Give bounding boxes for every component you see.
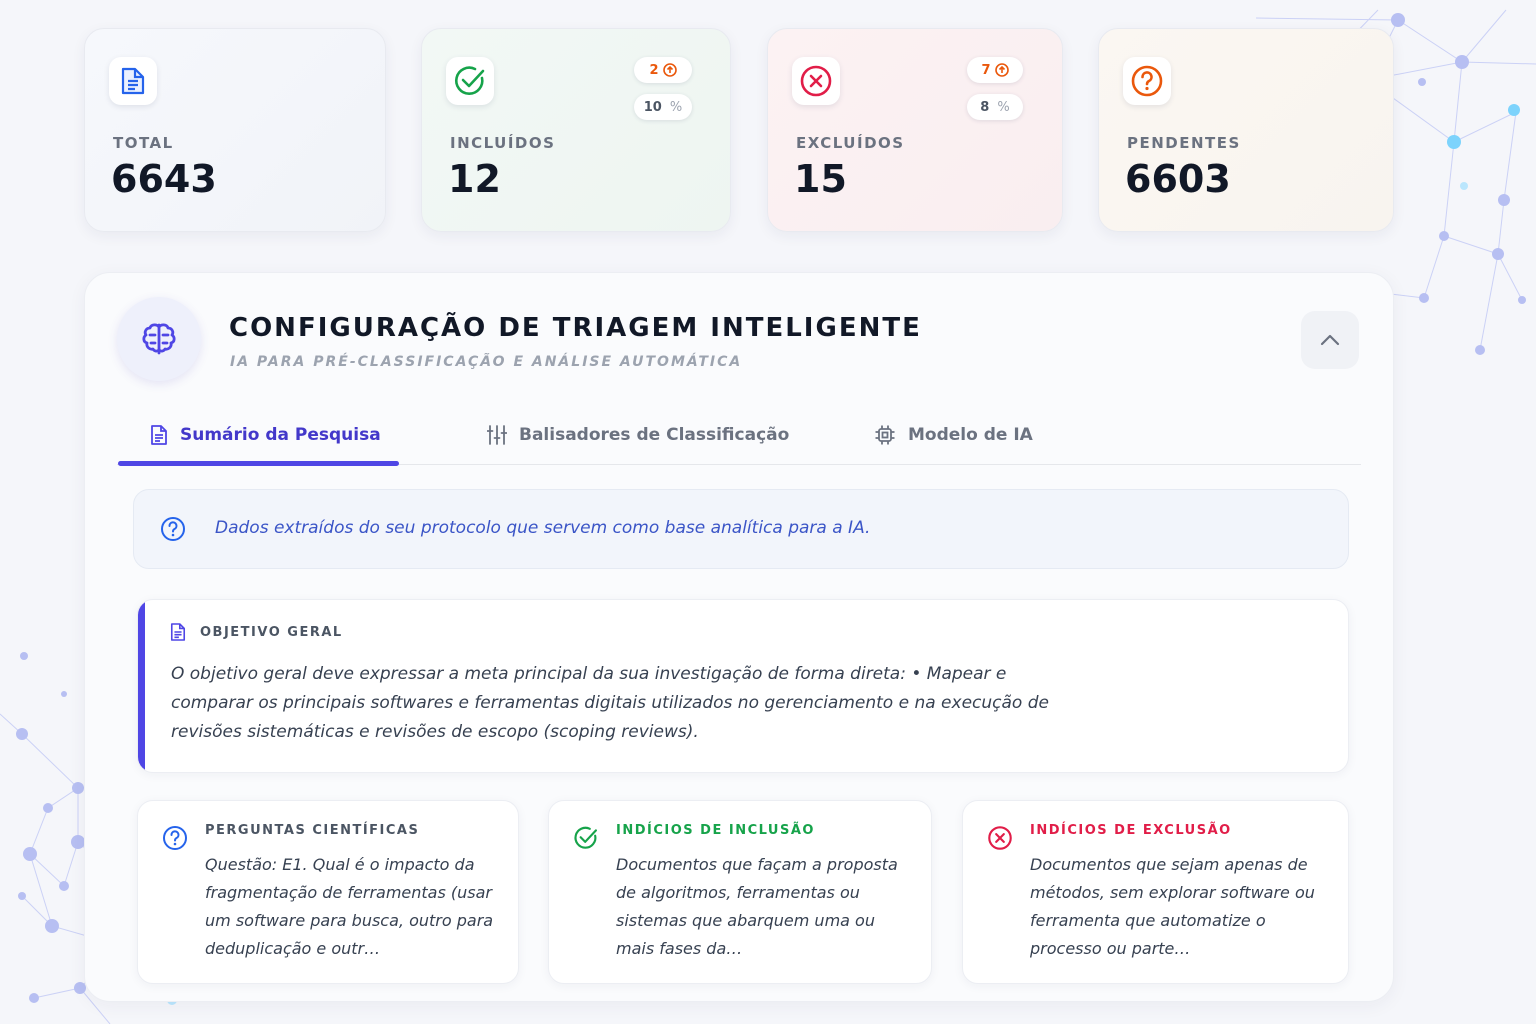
excluded-count-badge: 7 (967, 57, 1023, 83)
x-circle-icon (988, 826, 1012, 850)
tab-bar: Sumário da Pesquisa Balisadores de Class… (117, 403, 1361, 466)
triage-config-panel: CONFIGURAÇÃO DE TRIAGEM INTELIGENTE IA P… (84, 272, 1394, 1002)
document-icon (170, 623, 186, 641)
info-text: Dados extraídos do seu protocolo que ser… (215, 518, 871, 538)
document-icon (151, 425, 167, 445)
stat-card-total: TOTAL 6643 (84, 28, 386, 232)
stat-card-pending: PENDENTES 6603 (1098, 28, 1394, 232)
question-circle-icon (1123, 57, 1171, 105)
check-circle-icon (574, 826, 598, 849)
brain-icon (117, 297, 201, 381)
info-banner: Dados extraídos do seu protocolo que ser… (133, 489, 1349, 569)
panel-title: CONFIGURAÇÃO DE TRIAGEM INTELIGENTE (229, 313, 922, 343)
active-tab-indicator (118, 461, 399, 466)
card-text: Questão: E1. Qual é o impacto da fragmen… (205, 855, 494, 958)
stat-label: EXCLUÍDOS (796, 134, 905, 152)
question-circle-icon (161, 517, 185, 541)
stat-label: TOTAL (113, 134, 174, 152)
check-circle-icon (446, 57, 494, 105)
stat-value: 15 (794, 157, 847, 201)
stat-card-included: 2 10% INCLUÍDOS 12 (421, 28, 731, 232)
tab-label: Balisadores de Classificação (519, 425, 790, 445)
objective-title: OBJETIVO GERAL (200, 624, 343, 640)
tab-ai-model[interactable]: Modelo de IA (874, 423, 1033, 447)
included-percent-badge: 10% (634, 94, 692, 120)
card-title: INDÍCIOS DE EXCLUSÃO (1030, 823, 1232, 838)
percent-sign: % (669, 99, 683, 115)
question-circle-icon (163, 826, 187, 850)
percent-sign: % (997, 99, 1010, 115)
stat-label: INCLUÍDOS (450, 134, 556, 152)
card-title: PERGUNTAS CIENTÍFICAS (205, 823, 420, 838)
badge-count: 7 (981, 62, 991, 78)
included-count-badge: 2 (634, 57, 692, 83)
card-text: Documentos que sejam apenas de métodos, … (1030, 855, 1315, 958)
tab-research-summary[interactable]: Sumário da Pesquisa (150, 423, 381, 447)
panel-subtitle: IA PARA PRÉ-CLASSIFICAÇÃO E ANÁLISE AUTO… (230, 354, 743, 370)
stat-value: 6643 (111, 157, 217, 201)
badge-count: 2 (649, 62, 659, 78)
tab-classification-guides[interactable]: Balisadores de Classificação (487, 423, 789, 447)
questions-card: PERGUNTAS CIENTÍFICAS Questão: E1. Qual … (137, 800, 519, 984)
arrow-up-circle-icon (662, 63, 677, 77)
x-circle-icon (792, 57, 840, 105)
card-title: INDÍCIOS DE INCLUSÃO (616, 823, 815, 838)
document-icon (109, 57, 157, 105)
stat-label: PENDENTES (1127, 134, 1241, 152)
exclusion-card: INDÍCIOS DE EXCLUSÃO Documentos que seja… (962, 800, 1349, 984)
badge-percent: 10 (643, 99, 662, 115)
accent-bar (138, 600, 145, 772)
tab-label: Sumário da Pesquisa (180, 425, 381, 445)
stat-value: 12 (448, 157, 501, 201)
excluded-percent-badge: 8% (967, 94, 1023, 120)
objective-card: OBJETIVO GERAL O objetivo geral deve exp… (137, 599, 1349, 773)
tab-label: Modelo de IA (908, 425, 1033, 445)
collapse-button[interactable] (1301, 311, 1359, 369)
stat-card-excluded: 7 8% EXCLUÍDOS 15 (767, 28, 1063, 232)
stat-value: 6603 (1125, 157, 1231, 201)
chevron-up-icon (1320, 334, 1340, 346)
inclusion-card: INDÍCIOS DE INCLUSÃO Documentos que faça… (548, 800, 932, 984)
sliders-icon (487, 425, 507, 445)
card-text: Documentos que façam a proposta de algor… (616, 855, 898, 958)
arrow-up-circle-icon (994, 63, 1009, 77)
objective-text: O objetivo geral deve expressar a meta p… (171, 664, 1049, 742)
badge-percent: 8 (980, 99, 990, 115)
cpu-chip-icon (875, 425, 895, 445)
